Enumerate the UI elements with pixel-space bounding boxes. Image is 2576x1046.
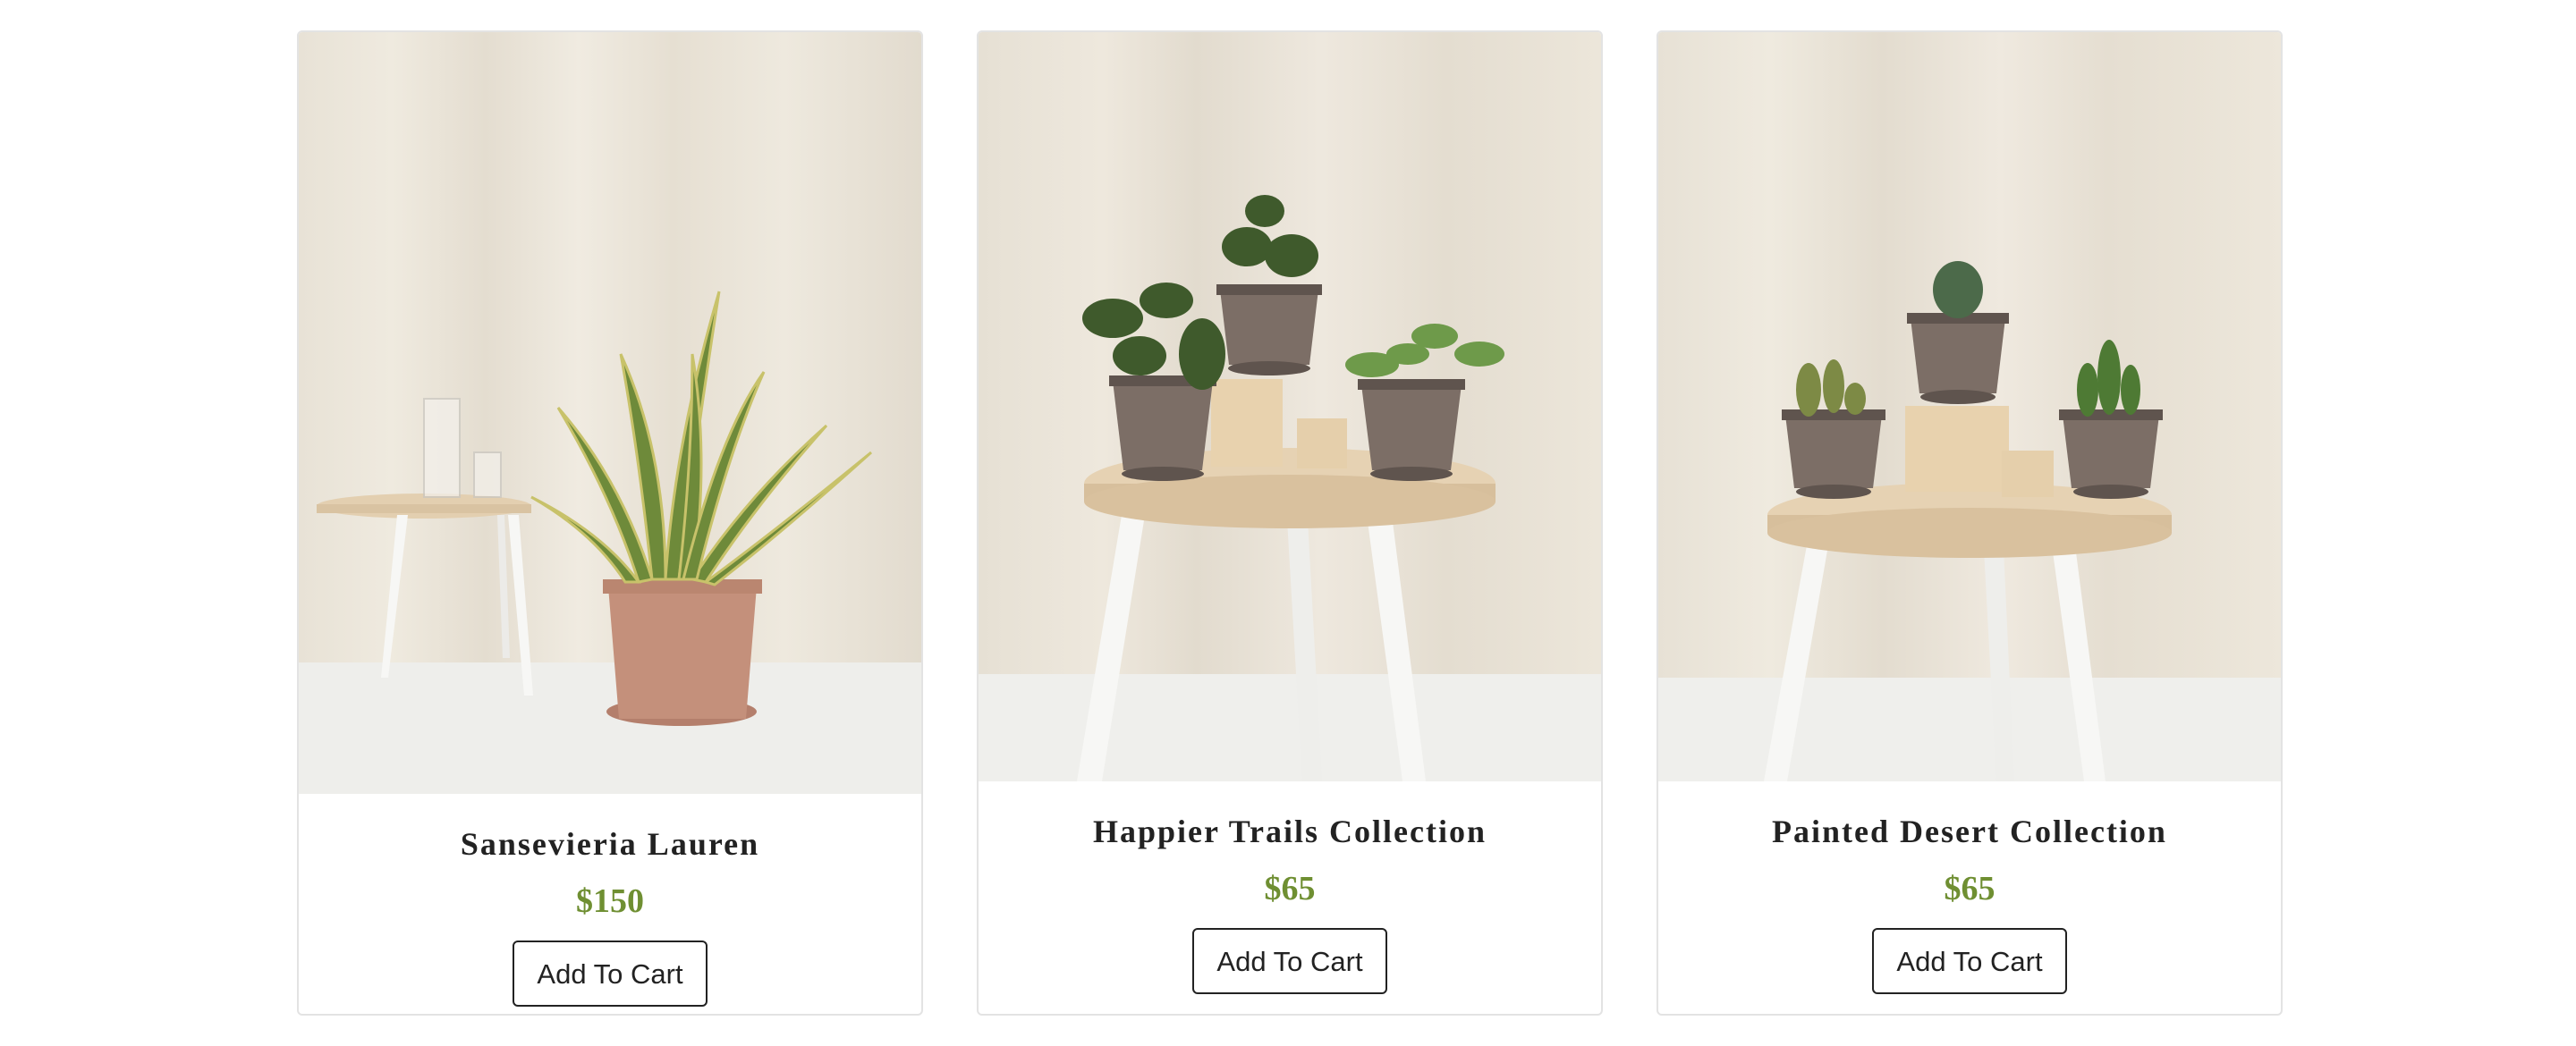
- product-card[interactable]: Sansevieria Lauren $150 Add To Cart: [297, 30, 923, 1016]
- product-grid: Sansevieria Lauren $150 Add To Cart Happ…: [0, 0, 2576, 1046]
- product-name[interactable]: Sansevieria Lauren: [299, 817, 921, 871]
- product-image-happier-trails[interactable]: [979, 32, 1601, 781]
- add-to-cart-button[interactable]: Add To Cart: [1872, 928, 2067, 994]
- product-price: $150: [576, 882, 644, 920]
- product-info: Painted Desert Collection $65 Add To Car…: [1658, 805, 2281, 994]
- product-image-painted-desert[interactable]: [1658, 32, 2281, 781]
- product-name[interactable]: Happier Trails Collection: [979, 805, 1601, 858]
- product-card[interactable]: Happier Trails Collection $65 Add To Car…: [977, 30, 1603, 1016]
- product-image-snake-plant[interactable]: [299, 32, 921, 794]
- product-info: Sansevieria Lauren $150 Add To Cart: [299, 817, 921, 1007]
- product-price: $65: [1944, 870, 1996, 907]
- product-info: Happier Trails Collection $65 Add To Car…: [979, 805, 1601, 994]
- add-to-cart-button[interactable]: Add To Cart: [513, 941, 708, 1007]
- add-to-cart-button[interactable]: Add To Cart: [1192, 928, 1387, 994]
- product-card[interactable]: Painted Desert Collection $65 Add To Car…: [1657, 30, 2283, 1016]
- product-price: $65: [1264, 870, 1316, 907]
- product-name[interactable]: Painted Desert Collection: [1658, 805, 2281, 858]
